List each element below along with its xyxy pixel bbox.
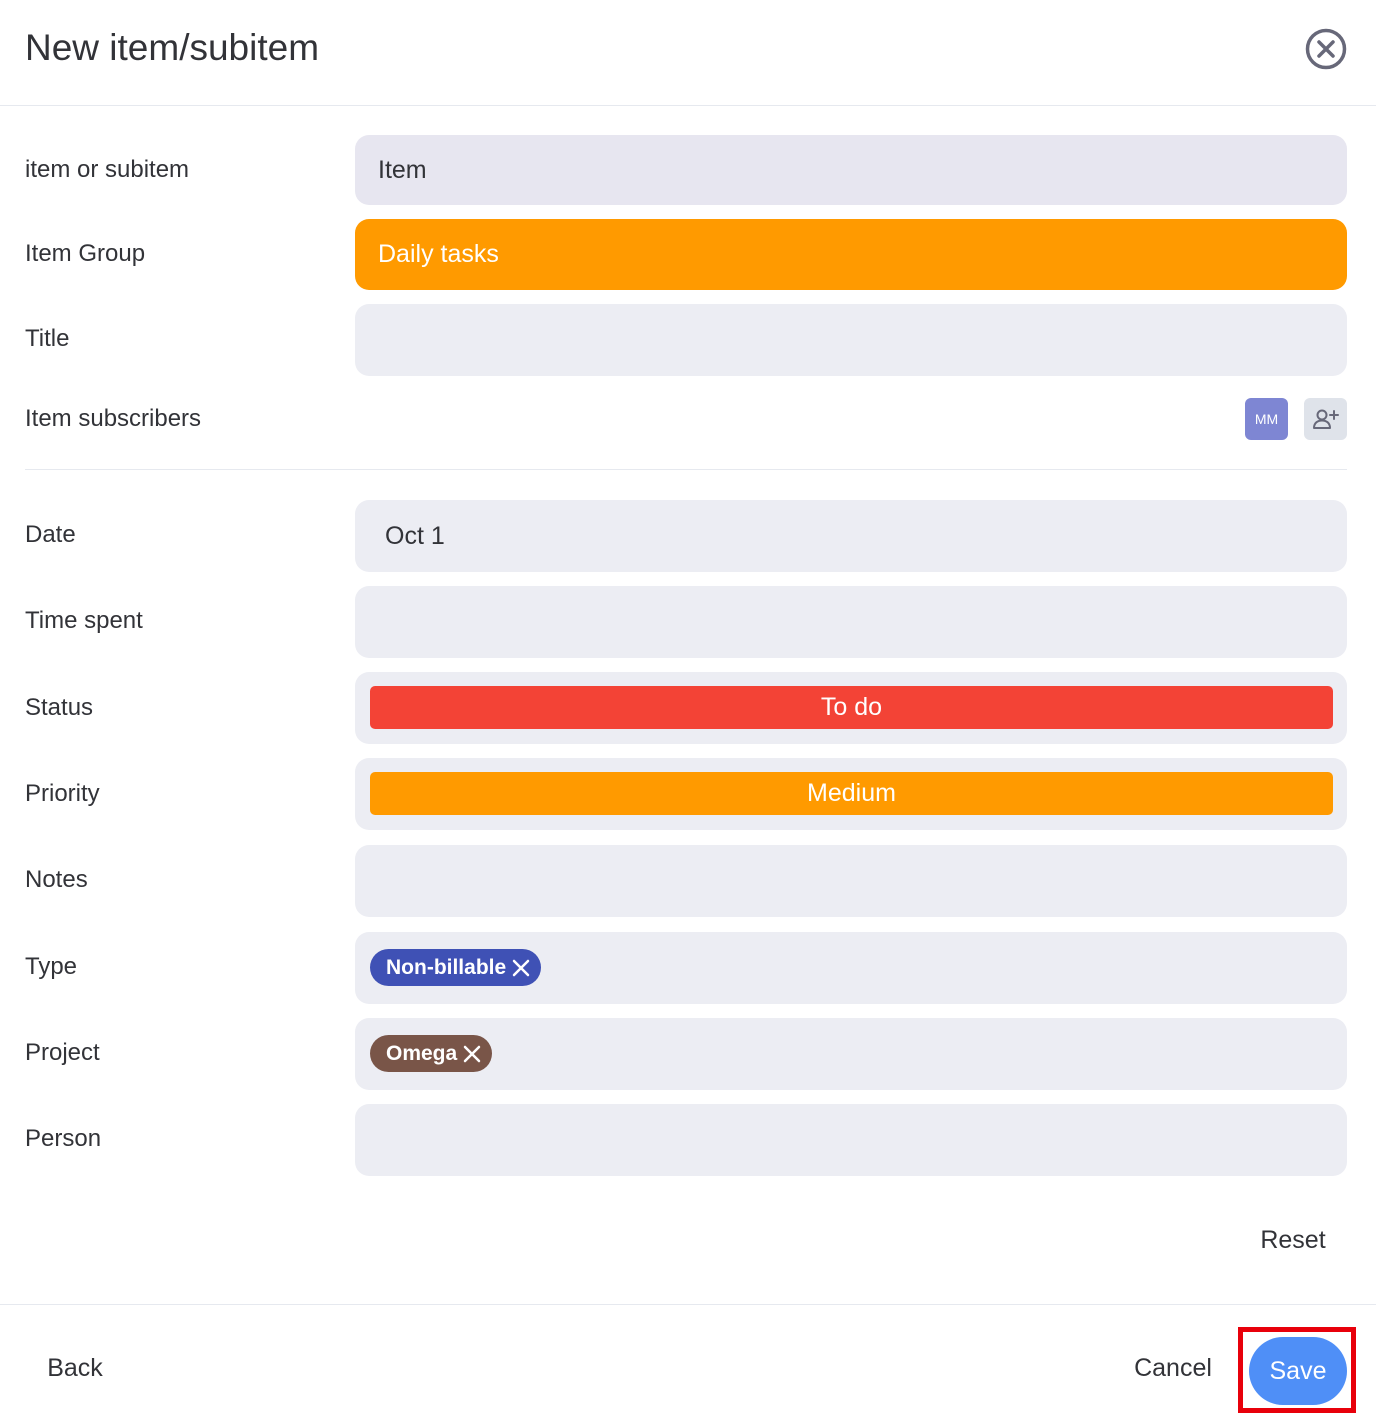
- close-circle-icon: [1305, 28, 1347, 70]
- remove-type-chip-button[interactable]: [511, 958, 531, 978]
- section-divider: [25, 469, 1347, 470]
- reset-button[interactable]: Reset: [1240, 1219, 1346, 1261]
- item-group-select[interactable]: Daily tasks: [355, 219, 1347, 290]
- dialog-title: New item/subitem: [25, 27, 320, 68]
- item-group-label: Item Group: [25, 240, 146, 267]
- save-button[interactable]: Save: [1249, 1337, 1347, 1405]
- project-label: Project: [25, 1039, 100, 1066]
- date-value: Oct 1: [385, 521, 445, 550]
- status-label: Status: [25, 694, 94, 721]
- dialog-header: New item/subitem: [0, 0, 1376, 106]
- cancel-button[interactable]: Cancel: [1120, 1333, 1226, 1403]
- project-chip-label: Omega: [386, 1041, 458, 1065]
- subscriber-avatar[interactable]: MM: [1245, 398, 1288, 440]
- dialog-footer: Back Cancel Save: [0, 1304, 1376, 1424]
- date-label: Date: [25, 521, 76, 548]
- date-input[interactable]: Oct 1: [355, 500, 1347, 572]
- priority-field: Medium: [355, 758, 1347, 830]
- notes-input[interactable]: [355, 845, 1347, 917]
- person-input[interactable]: [355, 1104, 1347, 1176]
- priority-label: Priority: [25, 780, 100, 807]
- person-add-icon: [1312, 409, 1339, 429]
- title-input[interactable]: [355, 304, 1347, 376]
- new-item-dialog: New item/subitem item or subitem Item It…: [0, 0, 1376, 1424]
- notes-label: Notes: [25, 866, 88, 893]
- back-button[interactable]: Back: [30, 1333, 120, 1403]
- x-icon: [463, 1045, 481, 1062]
- item-group-value: Daily tasks: [378, 240, 499, 268]
- priority-pill[interactable]: Medium: [370, 772, 1333, 815]
- item-or-subitem-select[interactable]: Item: [355, 135, 1347, 205]
- type-chip: Non-billable: [370, 949, 542, 986]
- type-field[interactable]: Non-billable: [355, 932, 1347, 1004]
- type-label: Type: [25, 953, 78, 980]
- project-field[interactable]: Omega: [355, 1018, 1347, 1090]
- item-or-subitem-value: Item: [378, 155, 427, 184]
- type-chip-label: Non-billable: [386, 955, 507, 979]
- x-icon: [512, 959, 530, 976]
- time-spent-input[interactable]: [355, 586, 1347, 658]
- close-button[interactable]: [1305, 28, 1347, 70]
- status-pill[interactable]: To do: [370, 686, 1333, 729]
- add-subscriber-button[interactable]: [1304, 398, 1347, 440]
- status-field: To do: [355, 672, 1347, 744]
- item-subscribers-label: Item subscribers: [25, 405, 202, 432]
- title-label: Title: [25, 325, 70, 352]
- time-spent-label: Time spent: [25, 607, 143, 634]
- person-label: Person: [25, 1125, 102, 1152]
- project-chip: Omega: [370, 1035, 493, 1072]
- remove-project-chip-button[interactable]: [462, 1044, 482, 1064]
- item-or-subitem-label: item or subitem: [25, 156, 190, 183]
